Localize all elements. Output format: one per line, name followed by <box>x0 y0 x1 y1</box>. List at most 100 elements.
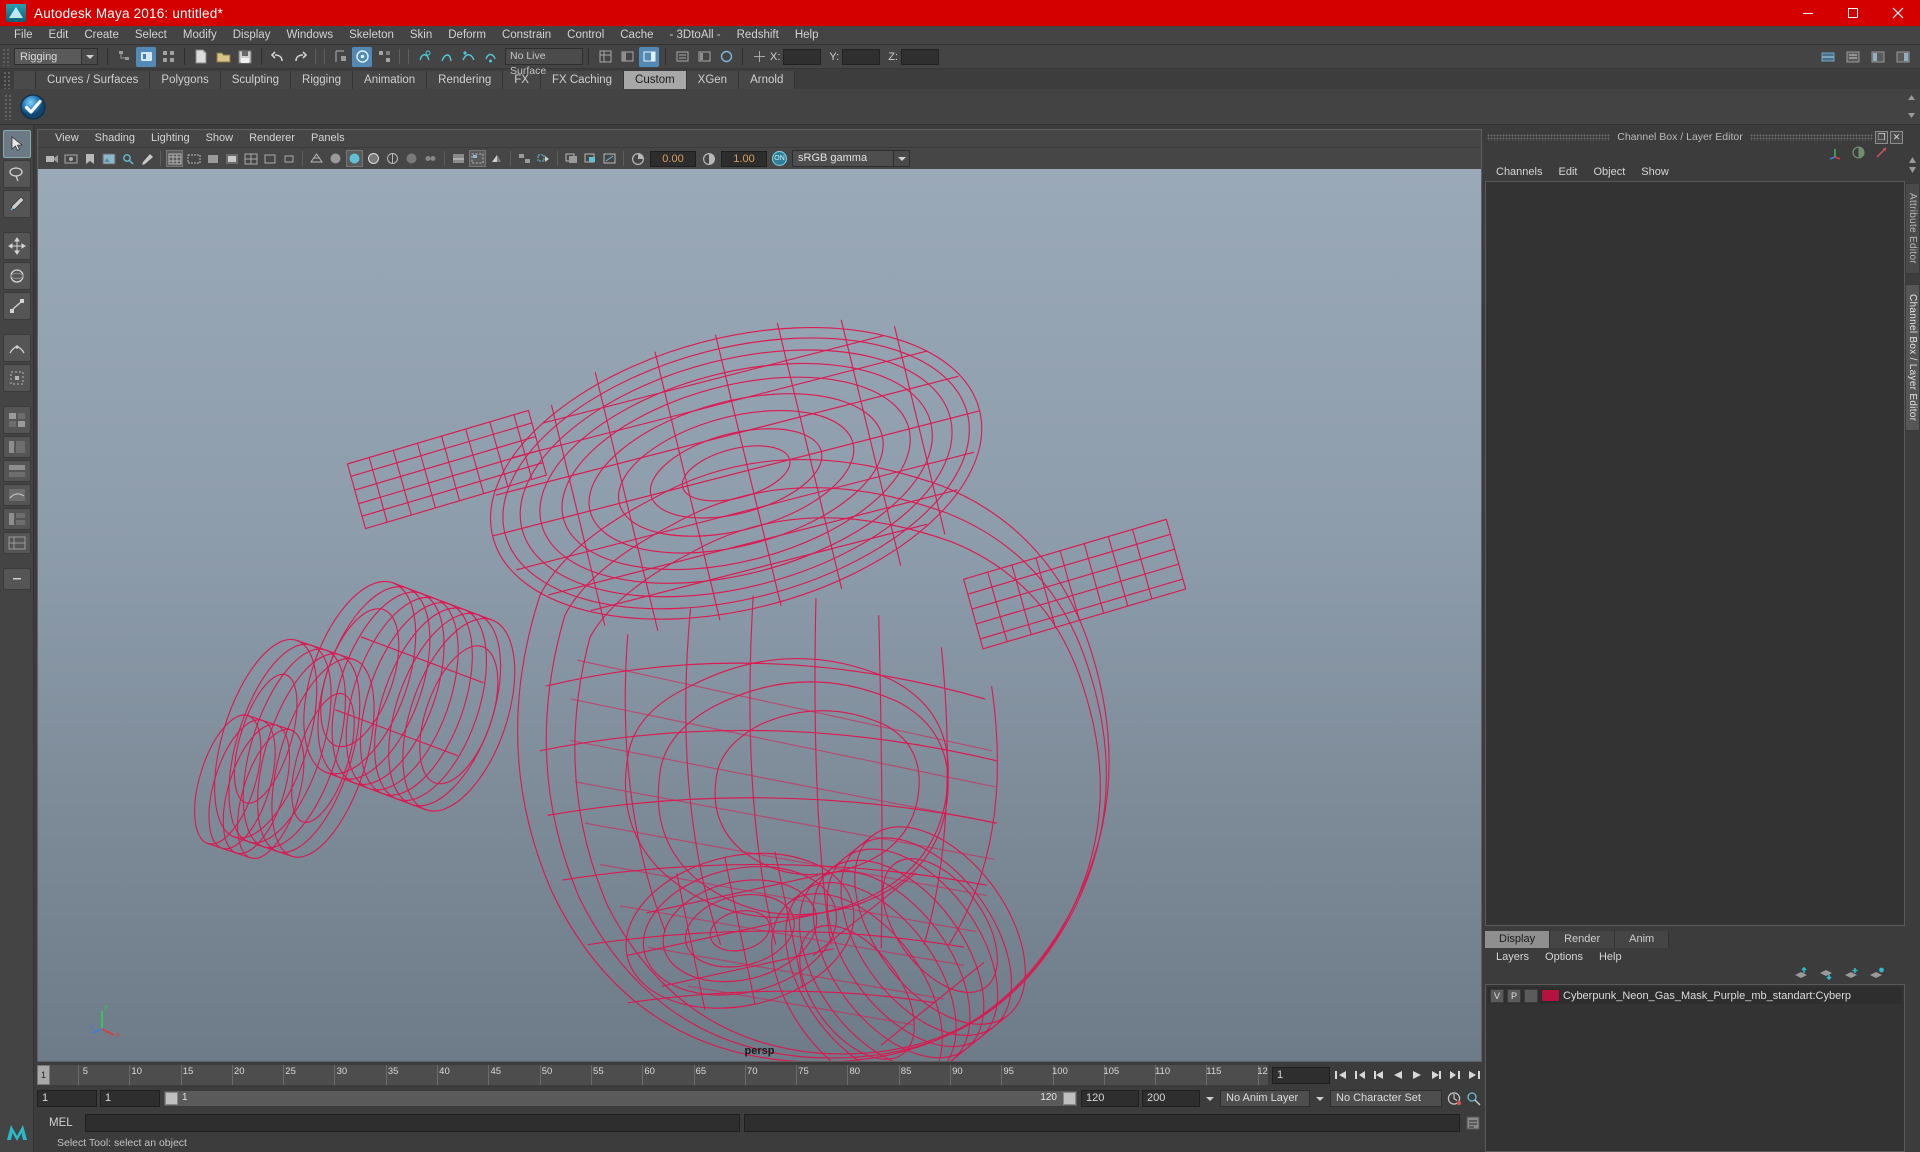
command-input-field[interactable] <box>85 1114 740 1132</box>
viewport-menu-panels[interactable]: Panels <box>304 130 352 147</box>
layout-preset-outliner-persp-graph[interactable] <box>2 508 31 530</box>
current-frame-field[interactable]: 1 <box>1272 1066 1330 1084</box>
color-management-selector[interactable]: sRGB gamma <box>792 150 910 167</box>
channel-box-content[interactable] <box>1485 181 1905 926</box>
gamma-icon[interactable] <box>700 150 717 167</box>
step-back-frame-icon[interactable] <box>1370 1067 1387 1084</box>
shelf-tab-fx-caching[interactable]: FX Caching <box>540 71 625 89</box>
x-ray-joints-icon[interactable] <box>422 150 439 167</box>
layer-name[interactable]: Cyberpunk_Neon_Gas_Mask_Purple_mb_standa… <box>1563 990 1851 1002</box>
transform-fields-icon[interactable] <box>749 47 769 67</box>
move-layer-up-icon[interactable] <box>1794 966 1810 983</box>
anim-layer-chevron-icon[interactable] <box>1313 1090 1327 1107</box>
layer-playback-toggle[interactable]: P <box>1507 988 1521 1003</box>
select-by-hierarchy-icon[interactable] <box>114 47 134 67</box>
channel-box-panel-icon[interactable] <box>1893 47 1913 67</box>
isolate-select-marker-icon[interactable] <box>535 150 552 167</box>
image-plane-icon[interactable] <box>100 150 117 167</box>
exposure-preset-1-icon[interactable] <box>563 150 580 167</box>
layer-menu-options[interactable]: Options <box>1538 948 1590 966</box>
select-tool[interactable] <box>2 130 31 158</box>
attribute-editor-toggle-icon[interactable] <box>672 47 692 67</box>
smooth-shade-all-icon[interactable] <box>327 150 344 167</box>
color-management-toggle[interactable]: ON <box>772 151 787 166</box>
open-outliner-icon[interactable] <box>595 47 615 67</box>
safe-action-icon[interactable] <box>261 150 278 167</box>
move-layer-down-icon[interactable] <box>1819 967 1835 983</box>
camera-attributes-icon[interactable] <box>62 150 79 167</box>
layer-state-toggle[interactable] <box>1524 988 1538 1003</box>
shelf-scroll-arrows[interactable] <box>1904 89 1918 124</box>
shelf-tab-xgen[interactable]: XGen <box>686 71 740 89</box>
move-tool[interactable] <box>2 232 31 260</box>
step-forward-keyframe-icon[interactable] <box>1446 1067 1463 1084</box>
anim-layer-selector[interactable]: No Anim Layer <box>1220 1090 1310 1107</box>
play-forwards-icon[interactable] <box>1408 1067 1425 1084</box>
layer-menu-layers[interactable]: Layers <box>1489 948 1536 966</box>
hardware-texturing-icon[interactable] <box>450 150 467 167</box>
go-to-start-icon[interactable] <box>1332 1067 1349 1084</box>
exposure-preset-2-icon[interactable] <box>582 150 599 167</box>
wireframe-shading-icon[interactable] <box>308 150 325 167</box>
gate-mask-icon[interactable] <box>223 150 240 167</box>
menu-constrain[interactable]: Constrain <box>494 26 559 45</box>
layer-color-swatch[interactable] <box>1541 989 1560 1002</box>
select-camera-icon[interactable] <box>43 150 60 167</box>
undo-icon[interactable] <box>268 47 288 67</box>
command-language-label[interactable]: MEL <box>37 1117 81 1129</box>
select-by-component-type-icon[interactable] <box>158 47 178 67</box>
live-surface-field[interactable]: No Live Surface <box>505 48 583 77</box>
shelf-tab-rigging[interactable]: Rigging <box>291 71 354 89</box>
menu-3dtoall[interactable]: - 3DtoAll - <box>662 26 729 45</box>
shelf-tab-animation[interactable]: Animation <box>353 71 428 89</box>
range-end-field[interactable]: 120 <box>1081 1090 1139 1107</box>
menu-control[interactable]: Control <box>559 26 612 45</box>
menu-modify[interactable]: Modify <box>175 26 225 45</box>
menu-windows[interactable]: Windows <box>278 26 341 45</box>
step-forward-frame-icon[interactable] <box>1427 1067 1444 1084</box>
gas-mask-wireframe-model[interactable] <box>38 169 1481 1061</box>
menu-create[interactable]: Create <box>76 26 127 45</box>
modeling-toolkit-icon[interactable] <box>1818 47 1838 67</box>
perspective-viewport[interactable]: y x z persp <box>38 169 1481 1061</box>
redo-icon[interactable] <box>290 47 310 67</box>
snap-to-curves-icon[interactable] <box>352 46 372 67</box>
grease-pencil-icon[interactable] <box>138 150 155 167</box>
resolution-gate-icon[interactable] <box>204 150 221 167</box>
layer-tab-display[interactable]: Display <box>1485 931 1551 948</box>
use-default-material-icon[interactable] <box>384 150 401 167</box>
sidebar-toggle-right-icon[interactable] <box>639 46 659 67</box>
shadows-icon[interactable] <box>488 150 505 167</box>
layout-preset-hypershade[interactable] <box>2 460 31 482</box>
exposure-preset-3-icon[interactable] <box>601 150 618 167</box>
viewport-menu-lighting[interactable]: Lighting <box>144 130 197 147</box>
viewport-menu-view[interactable]: View <box>48 130 86 147</box>
new-scene-icon[interactable] <box>191 47 211 67</box>
film-gate-icon[interactable] <box>185 150 202 167</box>
range-start-handle[interactable] <box>165 1092 178 1105</box>
panel-close-button[interactable]: ✕ <box>1890 130 1903 144</box>
snap-to-grids-icon[interactable] <box>330 47 350 67</box>
isolate-select-icon[interactable] <box>516 150 533 167</box>
rotate-tool[interactable] <box>2 262 31 290</box>
vtab-scroll-arrows[interactable] <box>1908 157 1917 173</box>
viewport-menu-renderer[interactable]: Renderer <box>242 130 302 147</box>
open-scene-icon[interactable] <box>213 47 233 67</box>
maximize-button[interactable] <box>1830 0 1875 26</box>
character-set-selector[interactable]: No Character Set <box>1330 1090 1442 1107</box>
grid-display-icon[interactable] <box>166 150 183 167</box>
menu-help[interactable]: Help <box>787 26 827 45</box>
range-chevron-icon[interactable] <box>1203 1090 1217 1107</box>
channel-box-menu-show[interactable]: Show <box>1634 163 1676 181</box>
bookmark-icon[interactable] <box>81 150 98 167</box>
auto-keyframe-icon[interactable] <box>1445 1090 1462 1107</box>
snap-to-points-icon[interactable] <box>374 47 394 67</box>
menu-edit[interactable]: Edit <box>41 26 77 45</box>
exposure-icon[interactable] <box>629 150 646 167</box>
shade-all-icon[interactable] <box>346 150 363 167</box>
vtab-attribute-editor[interactable]: Attribute Editor <box>1905 183 1920 274</box>
shelf-menu-button[interactable] <box>14 71 36 89</box>
axis-gizmo-icon[interactable] <box>1828 145 1843 163</box>
range-start-field[interactable]: 1 <box>37 1090 97 1107</box>
two-d-pan-zoom-icon[interactable] <box>119 150 136 167</box>
